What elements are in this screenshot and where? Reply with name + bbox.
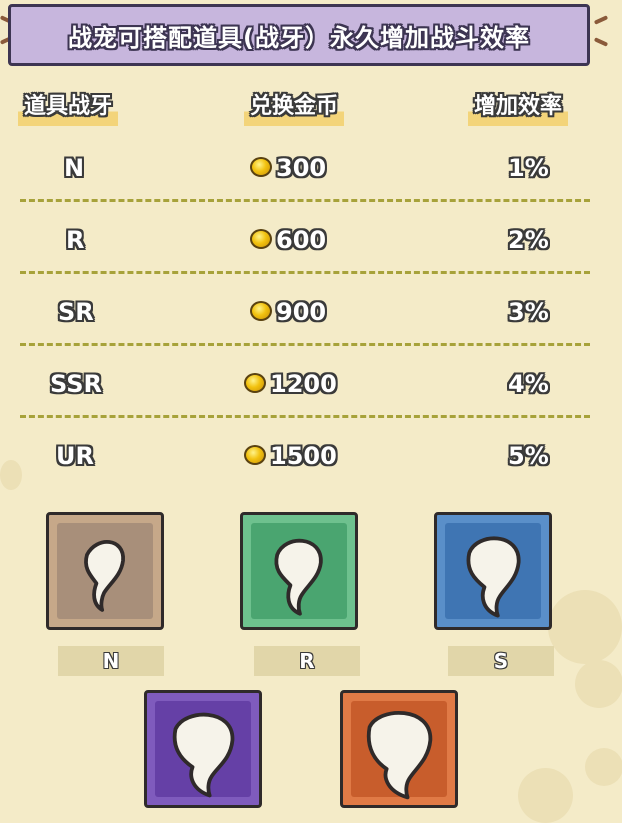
title-banner: 战宠可搭配道具(战牙）永久增加战斗效率	[8, 4, 590, 66]
header-cost: 兑换金币	[244, 88, 345, 126]
card-label-text: N	[102, 649, 120, 673]
table-row: UR 1500 5%	[0, 436, 622, 476]
table-row: R 600 2%	[0, 220, 622, 260]
fang-card-s[interactable]	[434, 512, 552, 630]
grade-cell: N	[64, 154, 85, 182]
coin-icon	[244, 445, 266, 465]
cost-cell: 1200	[244, 370, 337, 398]
card-label-s: S	[448, 646, 554, 676]
cost-cell: 600	[250, 226, 326, 254]
boost-cell: 3%	[508, 298, 549, 326]
bg-bubble	[585, 748, 622, 786]
cost-value: 1200	[270, 370, 337, 398]
card-label-text: R	[299, 649, 315, 673]
coin-icon	[250, 229, 272, 249]
fang-card-r[interactable]	[240, 512, 358, 630]
bg-bubble	[518, 768, 573, 823]
boost-cell: 2%	[508, 226, 549, 254]
header-boost: 增加效率	[468, 88, 569, 126]
fang-icon	[172, 712, 235, 798]
banner-title: 战宠可搭配道具(战牙）永久增加战斗效率	[68, 23, 530, 52]
row-divider	[20, 199, 590, 202]
card-label-r: R	[254, 646, 360, 676]
grade-cell: UR	[56, 442, 94, 470]
bg-bubble	[548, 590, 622, 664]
cost-cell: 900	[250, 298, 326, 326]
fang-icon	[84, 540, 125, 612]
grade-cell: SSR	[50, 370, 102, 398]
cost-cell: 300	[250, 154, 326, 182]
bg-bubble	[575, 660, 622, 708]
boost-cell: 5%	[508, 442, 549, 470]
grade-cell: SR	[58, 298, 94, 326]
cost-cell: 1500	[244, 442, 337, 470]
fang-icon	[466, 536, 521, 618]
coin-icon	[244, 373, 266, 393]
cost-value: 600	[276, 226, 327, 254]
table-row: SR 900 3%	[0, 292, 622, 332]
cost-value: 1500	[270, 442, 337, 470]
boost-cell: 4%	[508, 370, 549, 398]
header-item: 道具战牙	[18, 88, 119, 126]
row-divider	[20, 343, 590, 346]
row-divider	[20, 271, 590, 274]
fang-card-n[interactable]	[46, 512, 164, 630]
table-row: SSR 1200 4%	[0, 364, 622, 404]
banner-decor	[593, 15, 609, 25]
fang-icon	[366, 710, 433, 800]
row-divider	[20, 415, 590, 418]
cost-value: 900	[276, 298, 327, 326]
cost-value: 300	[276, 154, 327, 182]
boost-cell: 1%	[508, 154, 549, 182]
coin-icon	[250, 301, 272, 321]
card-label-n: N	[58, 646, 164, 676]
table-row: N 300 1%	[0, 148, 622, 188]
card-label-text: S	[493, 649, 509, 673]
coin-icon	[250, 157, 272, 177]
fang-card-orange[interactable]	[340, 690, 458, 808]
banner-decor	[593, 37, 609, 47]
grade-cell: R	[66, 226, 85, 254]
fang-icon	[274, 538, 323, 616]
fang-card-purple[interactable]	[144, 690, 262, 808]
